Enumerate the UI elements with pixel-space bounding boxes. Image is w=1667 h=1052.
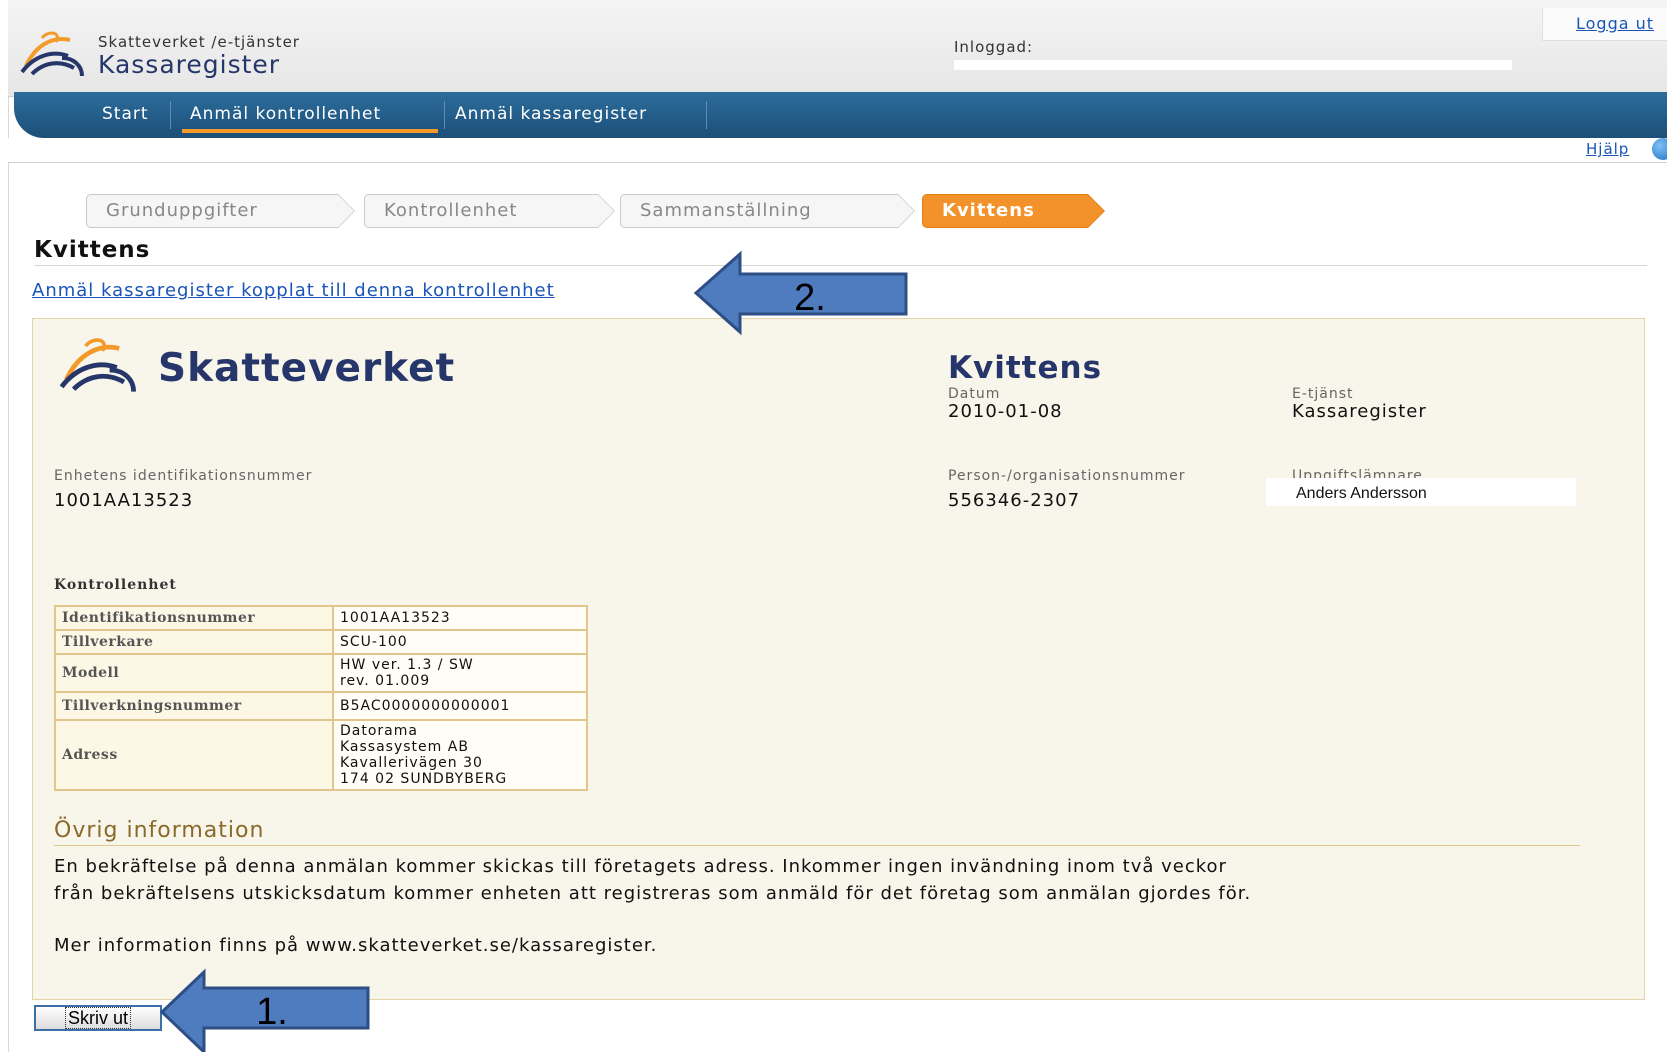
orgnr-label: Person-/organisationsnummer bbox=[948, 468, 1186, 484]
callout-arrow-2: 2. bbox=[693, 250, 908, 336]
step-label: Sammanställning bbox=[640, 200, 812, 221]
logged-in-user-redacted bbox=[954, 60, 1512, 70]
service-line: Skatteverket /e-tjänster bbox=[98, 33, 300, 51]
table-value: B5AC0000000000001 bbox=[332, 691, 588, 721]
table-row: Tillverkningsnummer B5AC0000000000001 bbox=[54, 691, 588, 721]
help-link[interactable]: Hjälp bbox=[1586, 140, 1629, 158]
date-label: Datum bbox=[948, 386, 1001, 402]
callout-arrow-1: 1. bbox=[159, 968, 370, 1052]
table-key: Tillverkare bbox=[54, 629, 334, 655]
service-name: Kassaregister bbox=[98, 50, 281, 79]
table-key: Adress bbox=[54, 719, 334, 791]
table-key: Tillverkningsnummer bbox=[54, 691, 334, 721]
orgnr-value: 556346-2307 bbox=[948, 490, 1081, 511]
eservice-value: Kassaregister bbox=[1292, 401, 1427, 422]
nav-separator bbox=[444, 101, 445, 129]
other-info-line: Mer information finns på www.skatteverke… bbox=[54, 935, 658, 956]
table-value: 1001AA13523 bbox=[332, 605, 588, 631]
table-key: Identifikationsnummer bbox=[54, 605, 334, 631]
step-label: Kontrollenhet bbox=[384, 200, 518, 221]
register-cash-register-link[interactable]: Anmäl kassaregister kopplat till denna k… bbox=[32, 280, 555, 301]
help-strip bbox=[8, 138, 1667, 163]
nav-active-indicator bbox=[182, 129, 438, 133]
table-row: Adress Datorama Kassasystem AB Kavalleri… bbox=[54, 719, 588, 791]
callout-label-1: 1. bbox=[256, 991, 288, 1033]
logged-in-label: Inloggad: bbox=[954, 38, 1034, 56]
unit-id-value: 1001AA13523 bbox=[54, 490, 194, 511]
callout-label-2: 2. bbox=[794, 277, 826, 319]
skatteverket-logo-icon bbox=[20, 31, 84, 77]
control-unit-heading: Kontrollenhet bbox=[54, 577, 177, 593]
divider bbox=[54, 845, 1580, 846]
table-value: SCU-100 bbox=[332, 629, 588, 655]
table-row: Modell HW ver. 1.3 / SW rev. 01.009 bbox=[54, 653, 588, 693]
nav-item-anmal-kassaregister[interactable]: Anmäl kassaregister bbox=[455, 104, 647, 124]
logout-link[interactable]: Logga ut bbox=[1576, 14, 1654, 33]
step-sammanstallning: Sammanställning bbox=[620, 194, 915, 228]
nav-item-anmal-kontrollenhet[interactable]: Anmäl kontrollenhet bbox=[190, 104, 381, 124]
help-icon[interactable] bbox=[1652, 138, 1667, 160]
page-title: Kvittens bbox=[34, 237, 151, 263]
step-label: Grunduppgifter bbox=[106, 200, 258, 221]
nav-item-start[interactable]: Start bbox=[102, 104, 149, 124]
date-value: 2010-01-08 bbox=[948, 401, 1063, 422]
other-info-line: En bekräftelse på denna anmälan kommer s… bbox=[54, 856, 1227, 877]
print-button-label: Skriv ut bbox=[64, 1007, 131, 1029]
eservice-label: E-tjänst bbox=[1292, 386, 1354, 402]
print-button[interactable]: Skriv ut bbox=[34, 1005, 162, 1031]
brand-name: Skatteverket bbox=[158, 346, 456, 391]
skatteverket-logo-icon bbox=[59, 338, 136, 392]
table-value: HW ver. 1.3 / SW rev. 01.009 bbox=[332, 653, 588, 693]
step-kvittens: Kvittens bbox=[922, 194, 1105, 228]
other-info-heading: Övrig information bbox=[54, 818, 265, 843]
table-row: Identifikationsnummer 1001AA13523 bbox=[54, 605, 588, 631]
table-row: Tillverkare SCU-100 bbox=[54, 629, 588, 655]
unit-id-label: Enhetens identifikationsnummer bbox=[54, 468, 313, 484]
control-unit-table: Identifikationsnummer 1001AA13523 Tillve… bbox=[54, 605, 588, 791]
step-grunduppgifter: Grunduppgifter bbox=[86, 194, 355, 228]
step-label: Kvittens bbox=[942, 200, 1035, 221]
step-kontrollenhet: Kontrollenhet bbox=[364, 194, 615, 228]
nav-separator bbox=[706, 101, 707, 129]
table-value: Datorama Kassasystem AB Kavallerivägen 3… bbox=[332, 719, 588, 791]
other-info-line: från bekräftelsens utskicksdatum kommer … bbox=[54, 883, 1252, 904]
table-key: Modell bbox=[54, 653, 334, 693]
nav-separator bbox=[170, 101, 171, 129]
submitter-value: Anders Andersson bbox=[1296, 485, 1427, 502]
receipt-title: Kvittens bbox=[948, 350, 1103, 386]
